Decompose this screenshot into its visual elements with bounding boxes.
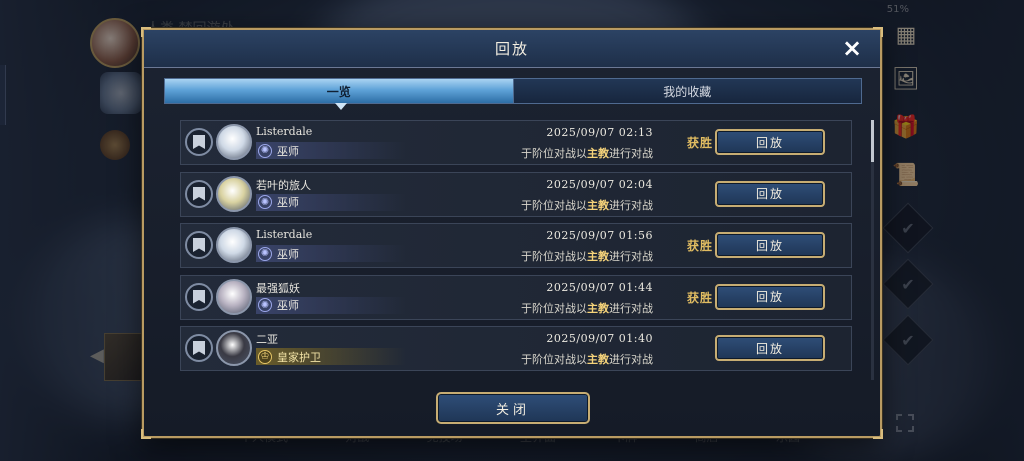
class-badge: ✺ 巫师 bbox=[256, 193, 406, 211]
class-badge: ✺ 巫师 bbox=[256, 296, 406, 314]
replay-row: Listerdale ✺ 巫师 2025/09/07 01:56 于阶位对战以主… bbox=[180, 223, 852, 268]
replay-row: 若叶的旅人 ✺ 巫师 2025/09/07 02:04 于阶位对战以主教进行对战… bbox=[180, 171, 852, 217]
match-date: 2025/09/07 02:13 bbox=[546, 126, 653, 139]
rune-icon: ✺ bbox=[258, 195, 272, 209]
replay-dialog: 回放 × 一览 我的收藏 Listerdale ✺ 巫师 2025/09/07 … bbox=[141, 27, 883, 439]
rune-icon: ✺ bbox=[258, 246, 272, 261]
match-mode-text: 于阶位对战以 bbox=[521, 353, 587, 366]
bookmark-icon bbox=[193, 186, 205, 201]
replay-row: Listerdale ✺ 巫师 2025/09/07 02:13 于阶位对战以主… bbox=[180, 120, 852, 165]
class-badge: ♔ 皇家护卫 bbox=[256, 348, 406, 365]
bookmark-icon bbox=[193, 341, 205, 355]
bookmark-icon bbox=[193, 238, 205, 252]
dialog-title: 回放 bbox=[494, 40, 529, 58]
match-result: 获胜 bbox=[687, 290, 714, 305]
bookmark-button[interactable] bbox=[185, 282, 213, 311]
opponent-name: Listerdale bbox=[256, 228, 313, 241]
bookmark-button[interactable] bbox=[185, 334, 213, 362]
opponent-name: 二亚 bbox=[256, 333, 278, 346]
replay-button[interactable]: 回放 bbox=[715, 335, 825, 361]
active-tab-pointer-icon bbox=[335, 103, 347, 110]
corner-ornament bbox=[873, 429, 883, 439]
match-role: 主教 bbox=[587, 353, 609, 366]
match-suffix: 进行对战 bbox=[609, 301, 653, 315]
match-role: 主教 bbox=[587, 301, 609, 315]
match-role: 主教 bbox=[587, 250, 609, 263]
match-mode-text: 于阶位对战以 bbox=[521, 198, 587, 212]
close-button[interactable]: 关闭 bbox=[436, 392, 590, 424]
crown-icon: ♔ bbox=[258, 349, 272, 364]
match-role: 主教 bbox=[587, 198, 609, 212]
match-description: 于阶位对战以主教进行对战 bbox=[521, 197, 653, 213]
replay-row: 二亚 ♔ 皇家护卫 2025/09/07 01:40 于阶位对战以主教进行对战 … bbox=[180, 326, 852, 371]
replay-button[interactable]: 回放 bbox=[715, 129, 825, 155]
close-icon[interactable]: × bbox=[840, 36, 864, 60]
tab-bar: 一览 我的收藏 bbox=[164, 78, 862, 104]
match-suffix: 进行对战 bbox=[609, 353, 653, 366]
opponent-avatar bbox=[216, 330, 252, 366]
rune-icon: ✺ bbox=[258, 143, 272, 158]
class-name: 巫师 bbox=[277, 247, 299, 261]
scrollbar-thumb[interactable] bbox=[871, 120, 874, 162]
tab-favorites[interactable]: 我的收藏 bbox=[512, 79, 861, 103]
replay-button[interactable]: 回放 bbox=[715, 232, 825, 258]
match-date: 2025/09/07 01:56 bbox=[546, 229, 653, 242]
class-name: 巫师 bbox=[277, 299, 299, 312]
class-name: 皇家护卫 bbox=[277, 350, 321, 364]
match-suffix: 进行对战 bbox=[609, 250, 653, 263]
tab-overview[interactable]: 一览 bbox=[165, 79, 513, 103]
match-date: 2025/09/07 01:40 bbox=[546, 332, 653, 345]
class-name: 巫师 bbox=[277, 196, 299, 209]
match-result: 获胜 bbox=[687, 136, 714, 150]
match-mode-text: 于阶位对战以 bbox=[521, 301, 587, 315]
replay-button[interactable]: 回放 bbox=[715, 180, 825, 207]
class-badge: ✺ 巫师 bbox=[256, 142, 406, 159]
replay-list: Listerdale ✺ 巫师 2025/09/07 02:13 于阶位对战以主… bbox=[180, 120, 852, 378]
match-suffix: 进行对战 bbox=[609, 198, 653, 212]
opponent-avatar bbox=[216, 227, 252, 263]
match-date: 2025/09/07 01:44 bbox=[546, 280, 653, 294]
replay-button[interactable]: 回放 bbox=[715, 283, 825, 310]
match-mode-text: 于阶位对战以 bbox=[521, 250, 587, 263]
bookmark-button[interactable] bbox=[185, 179, 213, 208]
match-description: 于阶位对战以主教进行对战 bbox=[521, 300, 653, 316]
opponent-name: 最强狐妖 bbox=[256, 281, 300, 295]
opponent-name: Listerdale bbox=[256, 125, 313, 138]
replay-row: 最强狐妖 ✺ 巫师 2025/09/07 01:44 于阶位对战以主教进行对战 … bbox=[180, 274, 852, 320]
match-description: 于阶位对战以主教进行对战 bbox=[521, 351, 653, 367]
match-result: 获胜 bbox=[687, 239, 714, 253]
bookmark-icon bbox=[193, 135, 205, 149]
match-role: 主教 bbox=[587, 147, 609, 160]
bookmark-icon bbox=[193, 289, 205, 304]
match-suffix: 进行对战 bbox=[609, 147, 653, 160]
dialog-header: 回放 × bbox=[144, 30, 880, 68]
opponent-avatar bbox=[216, 175, 252, 212]
match-description: 于阶位对战以主教进行对战 bbox=[521, 145, 653, 161]
corner-ornament bbox=[141, 429, 151, 439]
bookmark-button[interactable] bbox=[185, 231, 213, 259]
match-date: 2025/09/07 02:04 bbox=[546, 177, 653, 191]
class-badge: ✺ 巫师 bbox=[256, 245, 406, 262]
opponent-avatar bbox=[216, 278, 252, 315]
match-description: 于阶位对战以主教进行对战 bbox=[521, 248, 653, 264]
match-mode-text: 于阶位对战以 bbox=[521, 147, 587, 160]
opponent-avatar bbox=[216, 124, 252, 160]
rune-icon: ✺ bbox=[258, 298, 272, 312]
class-name: 巫师 bbox=[277, 144, 299, 158]
opponent-name: 若叶的旅人 bbox=[256, 178, 311, 192]
bookmark-button[interactable] bbox=[185, 128, 213, 156]
